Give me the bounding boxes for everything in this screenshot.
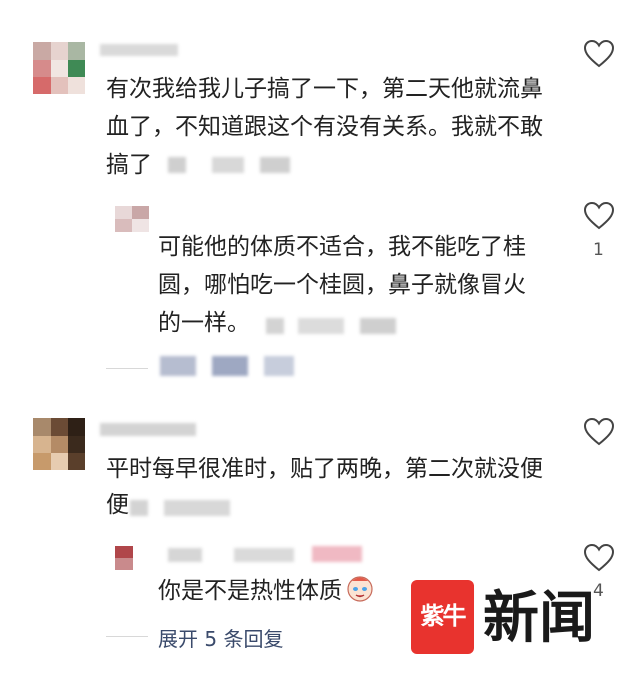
meta-blurred xyxy=(298,318,344,334)
expand-blurred[interactable] xyxy=(212,356,248,376)
username-blurred[interactable] xyxy=(100,423,196,436)
meta-blurred xyxy=(266,318,284,334)
meta-blurred xyxy=(360,318,396,334)
username-blurred[interactable] xyxy=(100,44,178,56)
like-heart-icon[interactable] xyxy=(584,202,614,230)
brand-text: 新闻 xyxy=(483,585,595,651)
reply-text-line: 的一样。 xyxy=(158,310,250,336)
username-blurred[interactable] xyxy=(234,548,294,562)
like-count: 1 xyxy=(593,240,604,260)
username-blurred[interactable] xyxy=(312,546,362,562)
username-blurred[interactable] xyxy=(168,548,202,562)
comment-text-line: 便 xyxy=(106,492,129,518)
avatar[interactable] xyxy=(115,206,149,232)
reply-text-line: 可能他的体质不适合，我不能吃了桂 xyxy=(158,234,526,260)
meta-blurred xyxy=(212,157,244,173)
comment-text-line: 有次我给我儿子搞了一下，第二天他就流鼻 xyxy=(106,76,543,102)
meta-blurred xyxy=(168,157,186,173)
meta-blurred xyxy=(130,500,148,516)
avatar[interactable] xyxy=(33,418,85,470)
avatar[interactable] xyxy=(115,546,133,570)
divider xyxy=(106,368,148,369)
comment-text-line: 平时每早很准时，贴了两晚，第二次就没便 xyxy=(106,456,543,482)
reply-text-line: 圆，哪怕吃一个桂圆，鼻子就像冒火 xyxy=(158,272,526,298)
meta-blurred xyxy=(260,157,290,173)
expand-replies-link[interactable]: 展开 5 条回复 xyxy=(158,623,283,652)
comment-text-line: 血了，不知道跟这个有没有关系。我就不敢 xyxy=(106,114,543,140)
logo-text: 紫牛 xyxy=(420,601,467,630)
avatar[interactable] xyxy=(33,42,85,94)
reply-text-line: 你是不是热性体质 xyxy=(158,578,342,604)
expand-blurred[interactable] xyxy=(160,356,196,376)
meta-blurred xyxy=(164,500,230,516)
like-heart-icon[interactable] xyxy=(584,418,614,446)
divider xyxy=(106,636,148,637)
crying-face-icon xyxy=(347,576,373,602)
expand-blurred[interactable] xyxy=(264,356,294,376)
comment-text-line: 搞了 xyxy=(106,152,152,178)
like-heart-icon[interactable] xyxy=(584,544,614,572)
like-heart-icon[interactable] xyxy=(584,40,614,68)
